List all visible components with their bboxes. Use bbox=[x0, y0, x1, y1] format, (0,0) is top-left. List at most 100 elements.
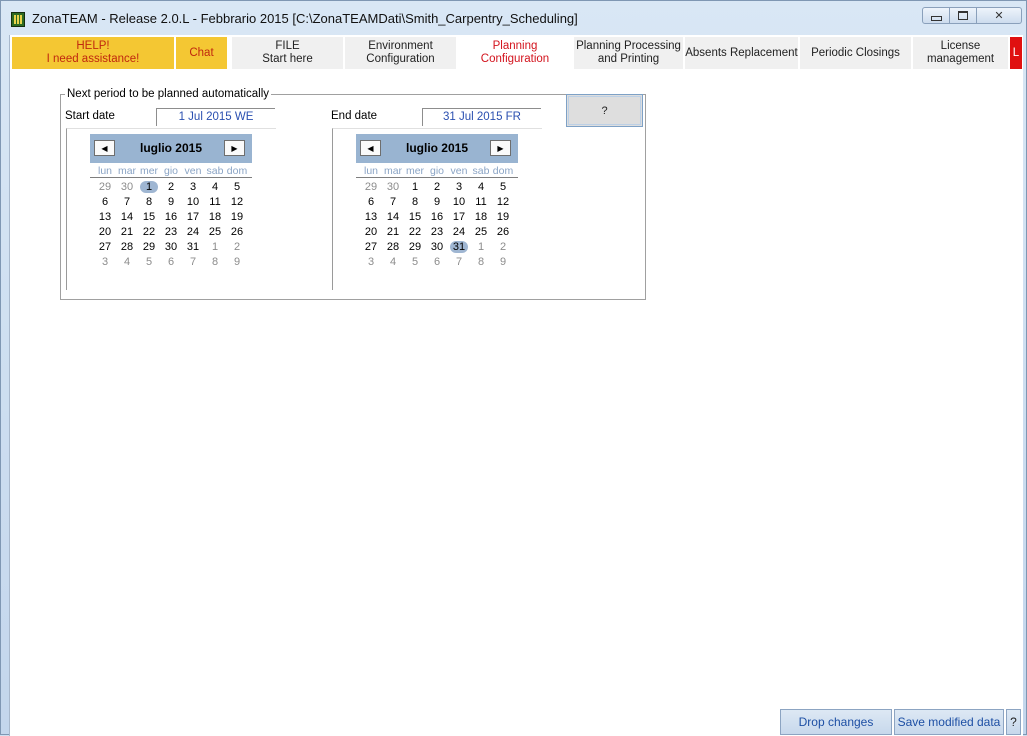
minimize-button[interactable] bbox=[922, 7, 950, 24]
tab-license-management[interactable]: License management bbox=[913, 37, 1009, 69]
tab-file[interactable]: FILE Start here bbox=[232, 37, 344, 69]
calendar-day[interactable]: 30 bbox=[382, 180, 404, 195]
calendar-day[interactable]: 14 bbox=[116, 210, 138, 225]
calendar-day[interactable]: 12 bbox=[226, 195, 248, 210]
calendar-day[interactable]: 18 bbox=[470, 210, 492, 225]
calendar-day[interactable]: 6 bbox=[426, 255, 448, 270]
footer-help-button[interactable]: ? bbox=[1006, 709, 1021, 735]
calendar-day[interactable]: 23 bbox=[160, 225, 182, 240]
calendar-day[interactable]: 24 bbox=[182, 225, 204, 240]
calendar-day[interactable]: 20 bbox=[94, 225, 116, 240]
calendar-day[interactable]: 17 bbox=[182, 210, 204, 225]
save-modified-data-button[interactable]: Save modified data bbox=[894, 709, 1004, 735]
calendar-day[interactable]: 17 bbox=[448, 210, 470, 225]
tab-periodic-closings[interactable]: Periodic Closings bbox=[800, 37, 912, 69]
calendar-day[interactable]: 7 bbox=[448, 255, 470, 270]
calendar-day[interactable]: 15 bbox=[404, 210, 426, 225]
calendar-day[interactable]: 8 bbox=[138, 195, 160, 210]
tab-help[interactable]: HELP! I need assistance! bbox=[12, 37, 175, 69]
calendar-day[interactable]: 5 bbox=[138, 255, 160, 270]
calendar-day[interactable]: 9 bbox=[426, 195, 448, 210]
calendar-day[interactable]: 3 bbox=[448, 180, 470, 195]
calendar-day[interactable]: 24 bbox=[448, 225, 470, 240]
calendar-day[interactable]: 14 bbox=[382, 210, 404, 225]
calendar-day[interactable]: 31 bbox=[448, 240, 470, 255]
calendar-day[interactable]: 10 bbox=[182, 195, 204, 210]
calendar-day[interactable]: 18 bbox=[204, 210, 226, 225]
calendar-day[interactable]: 19 bbox=[492, 210, 514, 225]
tab-environment-configuration[interactable]: Environment Configuration bbox=[345, 37, 457, 69]
calendar-day[interactable]: 28 bbox=[382, 240, 404, 255]
calendar-day[interactable]: 16 bbox=[160, 210, 182, 225]
tab-chat[interactable]: Chat bbox=[176, 37, 228, 69]
calendar-day[interactable]: 3 bbox=[182, 180, 204, 195]
tab-absents-replacement[interactable]: Absents Replacement bbox=[685, 37, 799, 69]
calendar-day[interactable]: 5 bbox=[404, 255, 426, 270]
calendar-day[interactable]: 3 bbox=[94, 255, 116, 270]
calendar-day[interactable]: 7 bbox=[116, 195, 138, 210]
calendar-day[interactable]: 2 bbox=[492, 240, 514, 255]
calendar-day[interactable]: 11 bbox=[204, 195, 226, 210]
calendar-day[interactable]: 7 bbox=[182, 255, 204, 270]
calendar-day[interactable]: 29 bbox=[94, 180, 116, 195]
tab-overflow[interactable]: L bbox=[1010, 37, 1023, 69]
calendar-day[interactable]: 8 bbox=[204, 255, 226, 270]
drop-changes-button[interactable]: Drop changes bbox=[780, 709, 892, 735]
calendar-day[interactable]: 9 bbox=[226, 255, 248, 270]
calendar-day[interactable]: 5 bbox=[226, 180, 248, 195]
close-button[interactable]: ✕ bbox=[977, 7, 1022, 24]
calendar-day[interactable]: 6 bbox=[160, 255, 182, 270]
calendar-day[interactable]: 2 bbox=[160, 180, 182, 195]
calendar-day[interactable]: 8 bbox=[404, 195, 426, 210]
calendar-day[interactable]: 15 bbox=[138, 210, 160, 225]
calendar-day[interactable]: 25 bbox=[470, 225, 492, 240]
calendar-day[interactable]: 16 bbox=[426, 210, 448, 225]
calendar-day[interactable]: 22 bbox=[138, 225, 160, 240]
calendar-day[interactable]: 8 bbox=[470, 255, 492, 270]
calendar-day[interactable]: 1 bbox=[404, 180, 426, 195]
calendar-day[interactable]: 31 bbox=[182, 240, 204, 255]
calendar-day[interactable]: 13 bbox=[94, 210, 116, 225]
calendar-day[interactable]: 29 bbox=[138, 240, 160, 255]
tab-planning-processing[interactable]: Planning Processing and Printing bbox=[574, 37, 684, 69]
start-date-field[interactable]: 1 Jul 2015 WE bbox=[156, 108, 275, 126]
calendar-day[interactable]: 4 bbox=[470, 180, 492, 195]
calendar-day[interactable]: 19 bbox=[226, 210, 248, 225]
tab-planning-configuration[interactable]: Planning Configuration bbox=[458, 37, 573, 69]
period-help-button[interactable]: ? bbox=[566, 94, 643, 127]
next-month-button[interactable]: ▶ bbox=[490, 140, 511, 156]
calendar-day[interactable]: 30 bbox=[160, 240, 182, 255]
calendar-day[interactable]: 4 bbox=[116, 255, 138, 270]
calendar-day[interactable]: 7 bbox=[382, 195, 404, 210]
calendar-day[interactable]: 4 bbox=[204, 180, 226, 195]
calendar-day[interactable]: 30 bbox=[116, 180, 138, 195]
calendar-day[interactable]: 3 bbox=[360, 255, 382, 270]
calendar-day[interactable]: 9 bbox=[492, 255, 514, 270]
calendar-day[interactable]: 6 bbox=[94, 195, 116, 210]
calendar-day[interactable]: 1 bbox=[204, 240, 226, 255]
calendar-day[interactable]: 2 bbox=[426, 180, 448, 195]
calendar-day[interactable]: 25 bbox=[204, 225, 226, 240]
calendar-day[interactable]: 27 bbox=[360, 240, 382, 255]
calendar-day[interactable]: 9 bbox=[160, 195, 182, 210]
calendar-day[interactable]: 2 bbox=[226, 240, 248, 255]
calendar-day[interactable]: 26 bbox=[492, 225, 514, 240]
calendar-day[interactable]: 29 bbox=[360, 180, 382, 195]
calendar-day[interactable]: 29 bbox=[404, 240, 426, 255]
calendar-day[interactable]: 13 bbox=[360, 210, 382, 225]
calendar-day[interactable]: 21 bbox=[116, 225, 138, 240]
calendar-day[interactable]: 1 bbox=[138, 180, 160, 195]
calendar-day[interactable]: 28 bbox=[116, 240, 138, 255]
calendar-day[interactable]: 21 bbox=[382, 225, 404, 240]
calendar-day[interactable]: 10 bbox=[448, 195, 470, 210]
calendar-day[interactable]: 22 bbox=[404, 225, 426, 240]
end-date-field[interactable]: 31 Jul 2015 FR bbox=[422, 108, 541, 126]
calendar-day[interactable]: 26 bbox=[226, 225, 248, 240]
calendar-day[interactable]: 20 bbox=[360, 225, 382, 240]
calendar-day[interactable]: 4 bbox=[382, 255, 404, 270]
maximize-button[interactable] bbox=[950, 7, 977, 24]
calendar-day[interactable]: 6 bbox=[360, 195, 382, 210]
calendar-day[interactable]: 1 bbox=[470, 240, 492, 255]
calendar-day[interactable]: 11 bbox=[470, 195, 492, 210]
calendar-day[interactable]: 27 bbox=[94, 240, 116, 255]
